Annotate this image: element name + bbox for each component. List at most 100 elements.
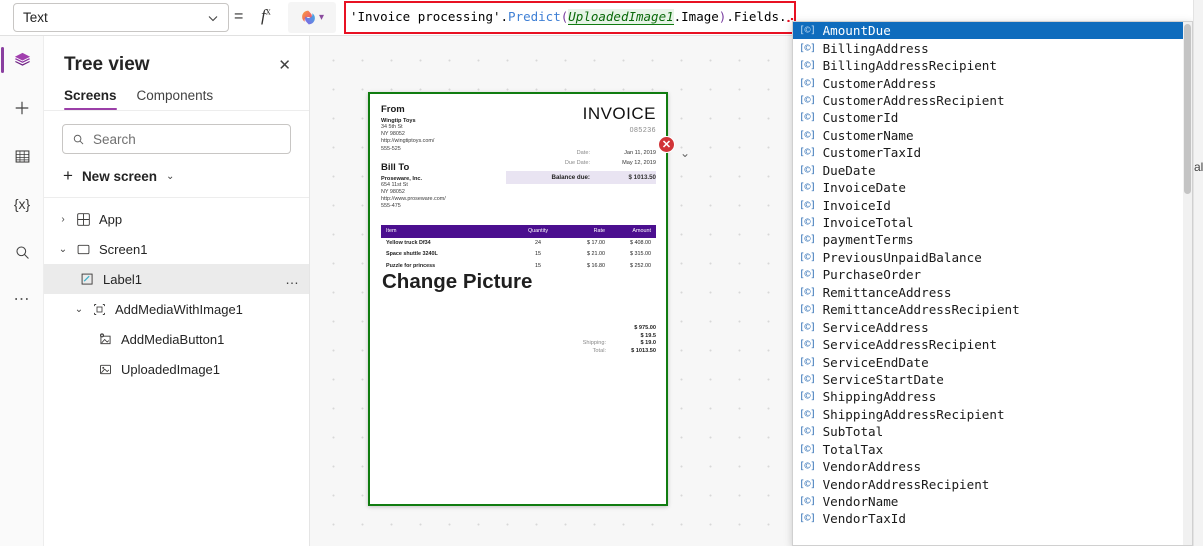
dropdown-item[interactable]: [©] CustomerName [793,127,1192,144]
tree-node-label: Label1 [103,271,143,287]
dropdown-item[interactable]: [©] InvoiceTotal [793,214,1192,231]
search-icon [15,245,29,259]
dropdown-item[interactable]: [©] ShippingAddress [793,388,1192,405]
column-icon: [©] [799,25,816,37]
dropdown-item[interactable]: [©] VendorAddressRecipient [793,475,1192,492]
dropdown-item[interactable]: [©] RemittanceAddress [793,284,1192,301]
property-select[interactable]: Text [13,3,229,32]
invoice-from-heading: From [381,104,405,115]
column-icon: [©] [799,182,816,194]
column-icon: [©] [799,286,816,298]
variables-icon: {x} [13,196,31,212]
dropdown-item[interactable]: [©] VendorTaxId [793,510,1192,527]
dropdown-scrollbar[interactable] [1183,22,1192,545]
invoice-number: 085236 [629,127,656,134]
rail-item-data[interactable] [0,132,44,180]
property-select-value: Text [23,10,48,25]
dropdown-item[interactable]: [©] ServiceEndDate [793,353,1192,370]
tree-node-app[interactable]: › App [44,204,309,234]
dropdown-item[interactable]: [©] PreviousUnpaidBalance [793,249,1192,266]
dropdown-item[interactable]: [©] DueDate [793,162,1192,179]
invoice-billto-line: 555-475 [381,203,401,210]
error-badge-icon[interactable]: ✕ [658,136,675,153]
tree-node-label1[interactable]: Label1 … [44,264,309,294]
rail-item-tree-view[interactable] [0,36,44,84]
tree-node-uploadedimage1[interactable]: UploadedImage1 [44,354,309,384]
label1-text[interactable]: Change Picture [368,270,668,294]
tree-node-addmediawithimage1[interactable]: ⌄ AddMediaWithImage1 [44,294,309,324]
invoice-total-row: Shipping: $ 19.0 [582,340,656,347]
invoice-total-row: Total: $ 1013.50 [592,347,656,354]
formula-token-function: Predict [508,9,561,24]
dropdown-item[interactable]: [©] CustomerAddress [793,74,1192,91]
chevron-down-icon[interactable]: ⌄ [54,244,72,255]
invoice-title: INVOICE [582,104,656,123]
column-icon: [©] [799,129,816,141]
dropdown-item[interactable]: [©] CustomerTaxId [793,144,1192,161]
search-icon [73,134,84,144]
screen-preview[interactable]: From Wingtip Toys 34 5th St NY 98052 htt… [368,92,668,506]
dropdown-item[interactable]: [©] VendorName [793,493,1192,510]
column-icon: [©] [799,478,816,490]
rail-item-insert[interactable] [0,84,44,132]
column-icon: [©] [799,251,816,263]
dropdown-item[interactable]: [©] InvoiceDate [793,179,1192,196]
search-input[interactable]: Search [62,124,291,154]
copilot-icon [302,10,315,25]
formula-input[interactable]: 'Invoice processing'.Predict(UploadedIma… [346,3,794,31]
formula-input-highlight[interactable]: 'Invoice processing'.Predict(UploadedIma… [344,1,796,34]
dropdown-item[interactable]: [©] InvoiceId [793,196,1192,213]
chevron-down-icon: ▾ [318,12,325,23]
dropdown-item[interactable]: [©] SubTotal [793,423,1192,440]
field-suggestion-dropdown[interactable]: [©] AmountDue [©] BillingAddress [©] Billin… [792,21,1193,546]
more-icon[interactable]: … [285,272,299,286]
table-icon [15,149,29,163]
dropdown-item[interactable]: [©] ServiceAddress [793,318,1192,335]
rail-item-search[interactable] [0,228,44,276]
column-icon: [©] [799,443,816,455]
dropdown-item[interactable]: [©] ServiceAddressRecipient [793,336,1192,353]
invoice-date-row: Date: Jan 11, 2019 [576,149,656,156]
column-icon: [©] [799,496,816,508]
dropdown-item[interactable]: [©] VendorAddress [793,458,1192,475]
tree-node-addmediabutton1[interactable]: AddMediaButton1 [44,324,309,354]
dropdown-item[interactable]: [©] CustomerAddressRecipient [793,92,1192,109]
invoice-image: From Wingtip Toys 34 5th St NY 98052 htt… [381,104,656,354]
tree-node-label: App [99,211,123,227]
invoice-table-header: Item Quantity Rate Amount [381,224,656,238]
chevron-right-icon[interactable]: › [54,214,72,225]
right-panel-clipped-text: al [1194,160,1203,174]
dropdown-item[interactable]: [©] CustomerId [793,109,1192,126]
close-icon[interactable]: ✕ [278,56,291,74]
chevron-down-icon[interactable]: ⌄ [680,146,690,160]
new-screen-button[interactable]: + New screen ⌄ [44,154,309,198]
invoice-duedate-row: Due Date: May 12, 2019 [564,159,656,166]
tab-screens[interactable]: Screens [64,88,117,110]
app-icon [72,212,94,227]
column-icon: [©] [799,513,816,525]
dropdown-item[interactable]: [©] PurchaseOrder [793,266,1192,283]
column-icon: [©] [799,356,816,368]
tree-view-tabs: Screens Components [44,76,309,111]
tree-node-screen1[interactable]: ⌄ Screen1 [44,234,309,264]
left-icon-rail: {x} ⋯ [0,36,44,546]
tree-node-label: AddMediaWithImage1 [115,301,243,317]
tab-components[interactable]: Components [137,88,214,110]
chevron-down-icon: ⌄ [165,170,175,182]
copilot-button[interactable]: ▾ [288,2,336,33]
add-media-icon [94,332,116,347]
dropdown-item[interactable]: [©] RemittanceAddressRecipient [793,301,1192,318]
column-icon: [©] [799,60,816,72]
formula-token-string: 'Invoice processing' [350,9,501,24]
rail-item-variables[interactable]: {x} [0,180,44,228]
rail-item-more[interactable]: ⋯ [0,276,44,324]
dropdown-item[interactable]: [©] ServiceStartDate [793,371,1192,388]
dropdown-item[interactable]: [©] BillingAddress [793,39,1192,56]
dropdown-item[interactable]: [©] BillingAddressRecipient [793,57,1192,74]
dropdown-item[interactable]: [©] paymentTerms [793,231,1192,248]
dropdown-item[interactable]: [©] AmountDue [793,22,1192,40]
chevron-down-icon[interactable]: ⌄ [70,304,88,315]
dropdown-item[interactable]: [©] TotalTax [793,441,1192,458]
scrollbar-thumb[interactable] [1184,24,1191,194]
dropdown-item[interactable]: [©] ShippingAddressRecipient [793,406,1192,423]
